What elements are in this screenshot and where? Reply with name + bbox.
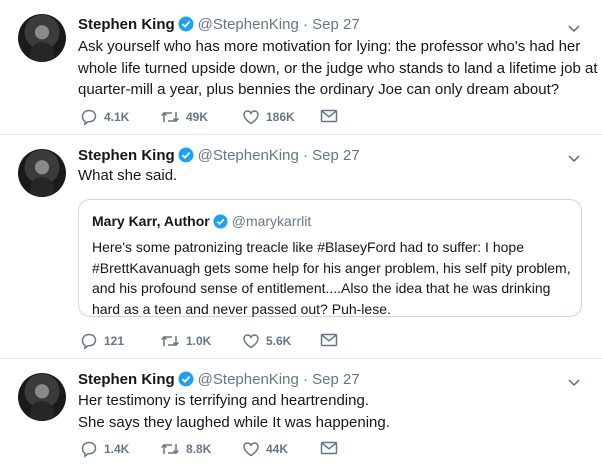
message-icon [320, 333, 338, 347]
author-handle-date[interactable]: @StephenKing · Sep 27 [198, 147, 360, 164]
chevron-down-icon[interactable] [566, 374, 582, 390]
author-handle-date[interactable]: @StephenKing · Sep 27 [198, 16, 360, 33]
tweet-2[interactable]: Stephen King @StephenKing · Sep 27 What s… [0, 135, 602, 358]
retweet-count: 1.0K [186, 334, 212, 348]
message-icon [320, 109, 338, 123]
retweet-count: 49K [186, 110, 209, 124]
message-button[interactable] [320, 108, 344, 124]
avatar[interactable] [18, 14, 66, 62]
author-name[interactable]: Stephen King [78, 147, 175, 164]
message-icon [320, 441, 338, 455]
like-count: 186K [266, 110, 295, 124]
like-button[interactable]: 186K [242, 108, 295, 126]
reply-icon [81, 333, 97, 350]
tweet-text-line: What she said. [78, 167, 178, 184]
like-icon [243, 442, 259, 457]
like-button[interactable]: 44K [242, 440, 288, 458]
quoted-author-name: Mary Karr, Author [92, 213, 210, 229]
message-button[interactable] [320, 440, 344, 456]
retweet-button[interactable]: 49K [160, 108, 208, 126]
like-icon [243, 334, 259, 349]
chevron-down-icon[interactable] [566, 20, 582, 36]
verified-badge-icon [178, 371, 194, 387]
quoted-text-line: Here's some patronizing treacle like #Bl… [92, 239, 524, 255]
retweet-icon [160, 443, 180, 455]
author-handle-date[interactable]: @StephenKing · Sep 27 [198, 371, 360, 388]
reply-icon [81, 441, 97, 458]
author-name[interactable]: Stephen King [78, 16, 175, 33]
reply-count: 4.1K [104, 110, 130, 124]
quoted-author-handle: @marykarrlit [231, 213, 312, 229]
reply-button[interactable]: 4.1K [80, 108, 129, 126]
tweet-text: What she said. [78, 165, 558, 187]
quoted-tweet-text: Here's some patronizing treacle like #Bl… [92, 237, 571, 319]
avatar[interactable] [18, 149, 66, 197]
retweet-count: 8.8K [186, 442, 212, 456]
tweet-header: Stephen King @StephenKing · Sep 27 [78, 371, 360, 391]
tweet-text-line: whole life turned upside down, or the ju… [78, 59, 602, 77]
quoted-tweet[interactable]: Mary Karr, Author @marykarrlit Here's som… [78, 199, 582, 317]
tweet-1[interactable]: Stephen King @StephenKing · Sep 27 Ask yo… [0, 0, 602, 134]
chevron-down-icon[interactable] [566, 150, 582, 166]
quoted-text-line: #BrettKavanuagh gets some help for his a… [92, 259, 571, 276]
message-button[interactable] [320, 332, 344, 348]
retweet-icon [160, 111, 180, 123]
quoted-tweet-header: Mary Karr, Author @marykarrlit [92, 213, 311, 229]
avatar[interactable] [18, 373, 66, 421]
verified-badge-icon [178, 16, 194, 32]
like-icon [243, 110, 259, 125]
reply-icon [81, 109, 97, 126]
quoted-text-line: hard as a teen and never passed out? Puh… [92, 300, 391, 317]
tweet-text: Her testimony is terrifying and heartren… [78, 390, 558, 433]
author-name[interactable]: Stephen King [78, 371, 175, 388]
tweet-text-line: quarter-mill a year, plus bennies the or… [78, 81, 560, 98]
verified-badge-icon [213, 214, 228, 229]
tweet-header: Stephen King @StephenKing · Sep 27 [78, 147, 360, 167]
reply-count: 1.4K [104, 442, 130, 456]
tweet-text-line: She says they laughed while It was happe… [78, 413, 390, 431]
retweet-button[interactable]: 1.0K [160, 332, 211, 350]
tweet-3[interactable]: Stephen King @StephenKing · Sep 27 Her te… [0, 359, 602, 466]
like-button[interactable]: 5.6K [242, 332, 291, 350]
retweet-button[interactable]: 8.8K [160, 440, 211, 458]
retweet-icon [160, 335, 180, 347]
like-count: 5.6K [266, 334, 292, 348]
like-count: 44K [266, 442, 289, 456]
reply-count: 121 [104, 334, 125, 348]
reply-button[interactable]: 1.4K [80, 440, 129, 458]
reply-button[interactable]: 121 [80, 332, 124, 350]
tweet-text: Ask yourself who has more motivation for… [78, 36, 602, 101]
tweet-text-line: Her testimony is terrifying and heartren… [78, 392, 369, 409]
tweet-header: Stephen King @StephenKing · Sep 27 [78, 16, 360, 36]
verified-badge-icon [178, 147, 194, 163]
tweet-text-line: Ask yourself who has more motivation for… [78, 38, 581, 55]
quoted-text-line: and his profound sense of entitlement...… [92, 280, 551, 296]
